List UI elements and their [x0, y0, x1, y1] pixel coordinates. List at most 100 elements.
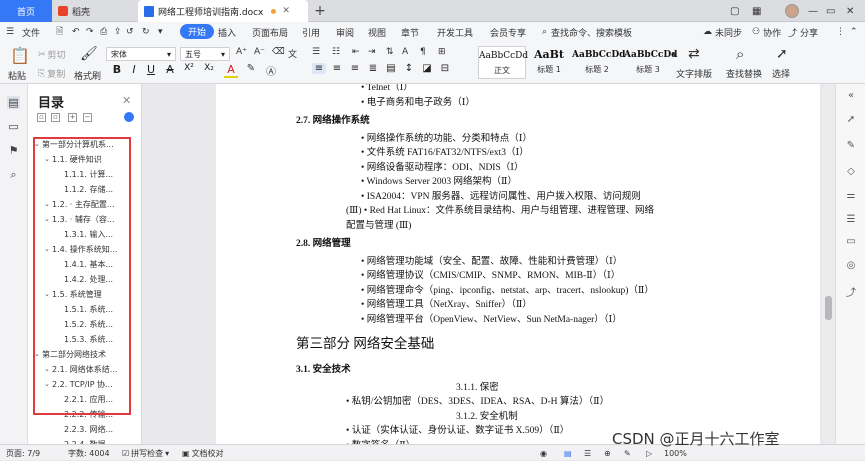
pointer-icon[interactable]: ➚: [845, 114, 857, 126]
char-border-icon[interactable]: Ⓐ: [264, 63, 278, 78]
new-tab-button[interactable]: +: [310, 0, 330, 22]
window-close-icon[interactable]: ✕: [846, 0, 854, 22]
clear-format-icon[interactable]: ⌫: [272, 47, 285, 57]
highlight-icon[interactable]: ✎: [244, 63, 258, 74]
redo2-icon[interactable]: ↻: [142, 22, 150, 42]
toc-item[interactable]: 2.2.2. 传输...: [56, 407, 134, 421]
toc-panel-icon[interactable]: ▤: [7, 96, 20, 109]
tune-icon[interactable]: ☰: [845, 214, 857, 226]
toc-item[interactable]: 1.5.2. 系统...: [56, 317, 134, 331]
font-size-select[interactable]: 五号 ▾: [180, 47, 230, 61]
chevron-down-icon[interactable]: ⌄: [44, 200, 52, 208]
web-view-icon[interactable]: ⊕: [604, 445, 611, 461]
bold-button[interactable]: B: [110, 63, 124, 76]
menu-start[interactable]: 开始: [180, 24, 215, 39]
align-right-icon[interactable]: ≡: [348, 63, 362, 74]
cut-button[interactable]: ✂ 剪切: [38, 48, 66, 62]
chevron-down-icon[interactable]: ⌄: [34, 140, 42, 148]
borders-icon[interactable]: ⊟: [438, 63, 452, 74]
toc-item[interactable]: ⌄ 1.4. 操作系统知...: [44, 242, 134, 256]
superscript-button[interactable]: X²: [182, 63, 196, 73]
font-name-select[interactable]: 宋体 ▾: [106, 47, 176, 61]
remove-heading-icon[interactable]: −: [83, 113, 92, 122]
font-grow-icon[interactable]: A⁺: [236, 47, 247, 57]
menu-chapter[interactable]: 章节: [401, 22, 419, 42]
format-painter-button[interactable]: 格式刷: [74, 69, 101, 82]
phonetic-icon[interactable]: 文: [288, 47, 297, 60]
undo2-icon[interactable]: ↺: [126, 22, 134, 42]
brush-icon[interactable]: 🖌: [80, 46, 98, 62]
toc-item[interactable]: 1.5.3. 系统...: [56, 332, 134, 346]
menu-view[interactable]: 视图: [368, 22, 386, 42]
chevron-down-icon[interactable]: ⌄: [44, 215, 52, 223]
font-color-button[interactable]: A: [224, 63, 238, 78]
page-indicator[interactable]: 页面: 7/9: [6, 445, 40, 461]
maximize-icon[interactable]: ▭: [826, 0, 835, 22]
tab-list-icon[interactable]: ▢: [730, 0, 739, 22]
menu-references[interactable]: 引用: [302, 22, 320, 42]
style-heading2[interactable]: AaBbCcDd 标题 2: [572, 46, 625, 79]
menu-developer[interactable]: 开发工具: [437, 22, 473, 42]
cursor-icon[interactable]: ➚: [776, 46, 788, 62]
print-icon[interactable]: ⎙: [100, 22, 107, 42]
shading-icon[interactable]: ◪: [420, 63, 434, 74]
menu-file[interactable]: 文件: [22, 22, 40, 42]
toc-item[interactable]: 1.3.1. 输入...: [56, 227, 134, 241]
proofread[interactable]: ▣ 文档校对: [182, 445, 224, 461]
toc-item[interactable]: 2.2.1. 应用...: [56, 392, 134, 406]
save-icon[interactable]: 🗎: [56, 22, 63, 42]
redo-icon[interactable]: ↷: [86, 22, 94, 42]
toc-item[interactable]: 1.5.1. 系统...: [56, 302, 134, 316]
paste-icon[interactable]: 📋: [10, 46, 30, 65]
style-heading1[interactable]: AaBt 标题 1: [528, 46, 570, 79]
sort-icon[interactable]: ⇅: [386, 47, 394, 57]
resource-icon[interactable]: ◎: [845, 260, 857, 272]
eye-icon[interactable]: ◉: [540, 445, 547, 461]
toc-item[interactable]: ⌄ 第一部分计算机系...: [34, 137, 134, 151]
page-view-icon[interactable]: ▤: [564, 445, 572, 461]
vertical-scrollbar[interactable]: [823, 84, 835, 444]
avatar[interactable]: [785, 0, 799, 22]
expand-panel-icon[interactable]: «: [845, 90, 857, 102]
toc-item[interactable]: 2.2.3. 网络...: [56, 422, 134, 436]
collapse-all-icon[interactable]: ▫: [51, 113, 60, 122]
scrollbar-thumb[interactable]: [825, 296, 832, 320]
toc-item[interactable]: 1.1.1. 计算...: [56, 167, 134, 181]
chevron-down-icon[interactable]: ⌄: [44, 380, 52, 388]
collab-button[interactable]: ⚇ 协作: [752, 22, 781, 42]
undo-icon[interactable]: ↶: [72, 22, 80, 42]
tab-home[interactable]: 首页: [0, 0, 52, 22]
menu-review[interactable]: 审阅: [336, 22, 354, 42]
subscript-button[interactable]: X₂: [202, 63, 216, 73]
strikethrough-button[interactable]: A: [163, 63, 177, 76]
indent-icon[interactable]: ⇥: [368, 47, 376, 57]
text-layout-button[interactable]: 文字排版: [676, 67, 712, 80]
outdent-icon[interactable]: ⇤: [352, 47, 360, 57]
close-icon[interactable]: ✕: [282, 6, 290, 16]
minimize-icon[interactable]: —: [808, 0, 818, 22]
search-icon[interactable]: ⌕: [7, 168, 20, 181]
edit-icon[interactable]: ✎: [845, 140, 857, 152]
toc-item[interactable]: ⌄ 2.1. 网络体系结...: [44, 362, 134, 376]
dropdown-icon[interactable]: ▾: [158, 22, 163, 42]
export-icon[interactable]: ⇪: [114, 22, 122, 42]
toc-item[interactable]: ⌄ 1.3. · 辅存（容...: [44, 212, 134, 226]
style-heading3[interactable]: AaBbCcDd 标题 3: [624, 46, 677, 79]
distribute-icon[interactable]: ▤: [384, 63, 398, 74]
toc-item[interactable]: 1.4.2. 处理...: [56, 272, 134, 286]
layout-icon[interactable]: ▦: [752, 0, 761, 22]
justify-icon[interactable]: ≣: [366, 63, 380, 74]
word-count[interactable]: 字数: 4004: [68, 445, 110, 461]
paste-button[interactable]: 粘贴: [8, 69, 26, 82]
underline-button[interactable]: U: [144, 63, 158, 76]
bullet-list-icon[interactable]: ☰: [312, 47, 320, 57]
align-center-icon[interactable]: ≡: [330, 63, 344, 74]
shape-icon[interactable]: ◇: [845, 166, 857, 178]
collapse-icon[interactable]: ⌃: [850, 22, 858, 42]
unsynced-button[interactable]: ☁ 未同步: [703, 22, 742, 42]
expand-all-icon[interactable]: ▫: [37, 113, 46, 122]
page-icon[interactable]: ▭: [845, 236, 857, 248]
toc-item[interactable]: ⌄ 2.2. TCP/IP 协...: [44, 377, 134, 391]
toc-item[interactable]: 1.4.1. 基本...: [56, 257, 134, 271]
tab-document[interactable]: 网络工程师培训指南.docx ✕: [138, 0, 308, 22]
